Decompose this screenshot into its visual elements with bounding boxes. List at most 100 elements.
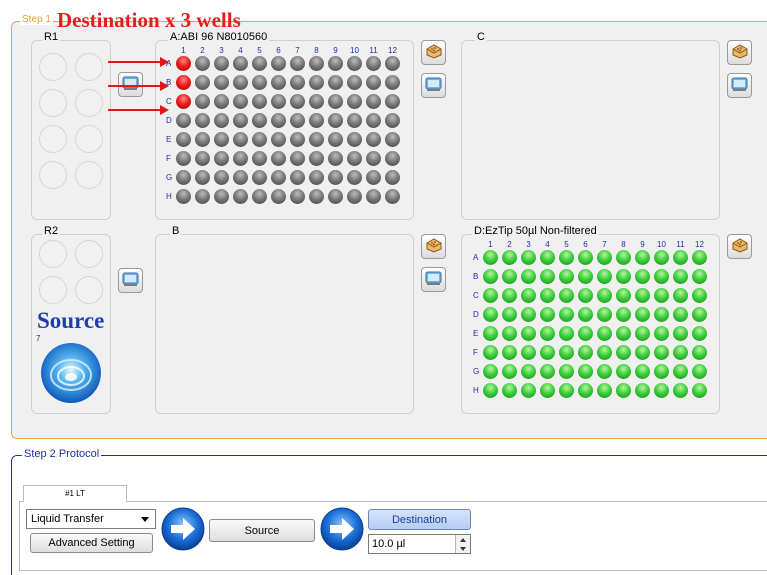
well-E7[interactable] xyxy=(290,132,305,147)
well-G1[interactable] xyxy=(176,170,191,185)
well-B2[interactable] xyxy=(502,269,517,284)
well-A1[interactable] xyxy=(176,56,191,71)
well-E8[interactable] xyxy=(309,132,324,147)
well-B7[interactable] xyxy=(597,269,612,284)
r2-plate-button[interactable] xyxy=(118,268,143,293)
well-H2[interactable] xyxy=(195,189,210,204)
well-C8[interactable] xyxy=(309,94,324,109)
well-A3[interactable] xyxy=(521,250,536,265)
well-A9[interactable] xyxy=(328,56,343,71)
well-H9[interactable] xyxy=(635,383,650,398)
well-G1[interactable] xyxy=(483,364,498,379)
well-G3[interactable] xyxy=(521,364,536,379)
well-E2[interactable] xyxy=(195,132,210,147)
well-D1[interactable] xyxy=(176,113,191,128)
well-H10[interactable] xyxy=(654,383,669,398)
reservoir-slot[interactable] xyxy=(39,276,67,304)
well-C4[interactable] xyxy=(540,288,555,303)
well-G5[interactable] xyxy=(559,364,574,379)
well-D8[interactable] xyxy=(309,113,324,128)
well-D9[interactable] xyxy=(328,113,343,128)
well-B12[interactable] xyxy=(385,75,400,90)
well-C5[interactable] xyxy=(559,288,574,303)
well-F5[interactable] xyxy=(559,345,574,360)
well-H7[interactable] xyxy=(597,383,612,398)
well-B6[interactable] xyxy=(578,269,593,284)
well-B7[interactable] xyxy=(290,75,305,90)
well-E8[interactable] xyxy=(616,326,631,341)
well-C1[interactable] xyxy=(176,94,191,109)
well-D1[interactable] xyxy=(483,307,498,322)
well-E9[interactable] xyxy=(635,326,650,341)
well-H4[interactable] xyxy=(233,189,248,204)
plate-b-plate-button[interactable] xyxy=(421,267,446,292)
well-H10[interactable] xyxy=(347,189,362,204)
well-B5[interactable] xyxy=(252,75,267,90)
well-F11[interactable] xyxy=(673,345,688,360)
well-C7[interactable] xyxy=(290,94,305,109)
well-C11[interactable] xyxy=(366,94,381,109)
plate-d-tip-button[interactable] xyxy=(727,234,752,259)
well-F1[interactable] xyxy=(176,151,191,166)
well-F8[interactable] xyxy=(616,345,631,360)
well-E6[interactable] xyxy=(578,326,593,341)
well-A11[interactable] xyxy=(366,56,381,71)
well-G2[interactable] xyxy=(195,170,210,185)
well-E3[interactable] xyxy=(521,326,536,341)
well-D11[interactable] xyxy=(673,307,688,322)
well-A8[interactable] xyxy=(616,250,631,265)
reservoir-slot[interactable] xyxy=(39,53,67,81)
reservoir-slot[interactable] xyxy=(75,276,103,304)
well-C4[interactable] xyxy=(233,94,248,109)
volume-input[interactable]: 10.0 µl xyxy=(368,534,471,554)
well-G12[interactable] xyxy=(385,170,400,185)
well-C12[interactable] xyxy=(692,288,707,303)
well-C3[interactable] xyxy=(521,288,536,303)
well-H11[interactable] xyxy=(366,189,381,204)
well-E5[interactable] xyxy=(559,326,574,341)
well-D4[interactable] xyxy=(540,307,555,322)
well-D2[interactable] xyxy=(502,307,517,322)
well-F2[interactable] xyxy=(195,151,210,166)
well-B8[interactable] xyxy=(309,75,324,90)
well-B11[interactable] xyxy=(366,75,381,90)
well-H11[interactable] xyxy=(673,383,688,398)
well-C7[interactable] xyxy=(597,288,612,303)
well-A4[interactable] xyxy=(233,56,248,71)
well-D10[interactable] xyxy=(347,113,362,128)
well-G3[interactable] xyxy=(214,170,229,185)
plate-b-tip-button[interactable] xyxy=(421,234,446,259)
well-A10[interactable] xyxy=(347,56,362,71)
well-B9[interactable] xyxy=(328,75,343,90)
well-C2[interactable] xyxy=(502,288,517,303)
well-A6[interactable] xyxy=(271,56,286,71)
well-H3[interactable] xyxy=(521,383,536,398)
well-D5[interactable] xyxy=(252,113,267,128)
well-H6[interactable] xyxy=(271,189,286,204)
well-C9[interactable] xyxy=(635,288,650,303)
well-C8[interactable] xyxy=(616,288,631,303)
well-F4[interactable] xyxy=(233,151,248,166)
well-G5[interactable] xyxy=(252,170,267,185)
well-H5[interactable] xyxy=(559,383,574,398)
well-A2[interactable] xyxy=(195,56,210,71)
well-H12[interactable] xyxy=(692,383,707,398)
well-G9[interactable] xyxy=(328,170,343,185)
well-B10[interactable] xyxy=(654,269,669,284)
well-E12[interactable] xyxy=(692,326,707,341)
well-C11[interactable] xyxy=(673,288,688,303)
advanced-setting-button[interactable]: Advanced Setting xyxy=(30,533,153,553)
well-D6[interactable] xyxy=(578,307,593,322)
reservoir-slot[interactable] xyxy=(39,89,67,117)
well-E11[interactable] xyxy=(673,326,688,341)
well-G10[interactable] xyxy=(347,170,362,185)
well-A11[interactable] xyxy=(673,250,688,265)
well-E5[interactable] xyxy=(252,132,267,147)
well-B9[interactable] xyxy=(635,269,650,284)
well-D9[interactable] xyxy=(635,307,650,322)
arrow-right-circle-icon[interactable] xyxy=(161,507,205,551)
well-E7[interactable] xyxy=(597,326,612,341)
well-A4[interactable] xyxy=(540,250,555,265)
well-H3[interactable] xyxy=(214,189,229,204)
well-A8[interactable] xyxy=(309,56,324,71)
